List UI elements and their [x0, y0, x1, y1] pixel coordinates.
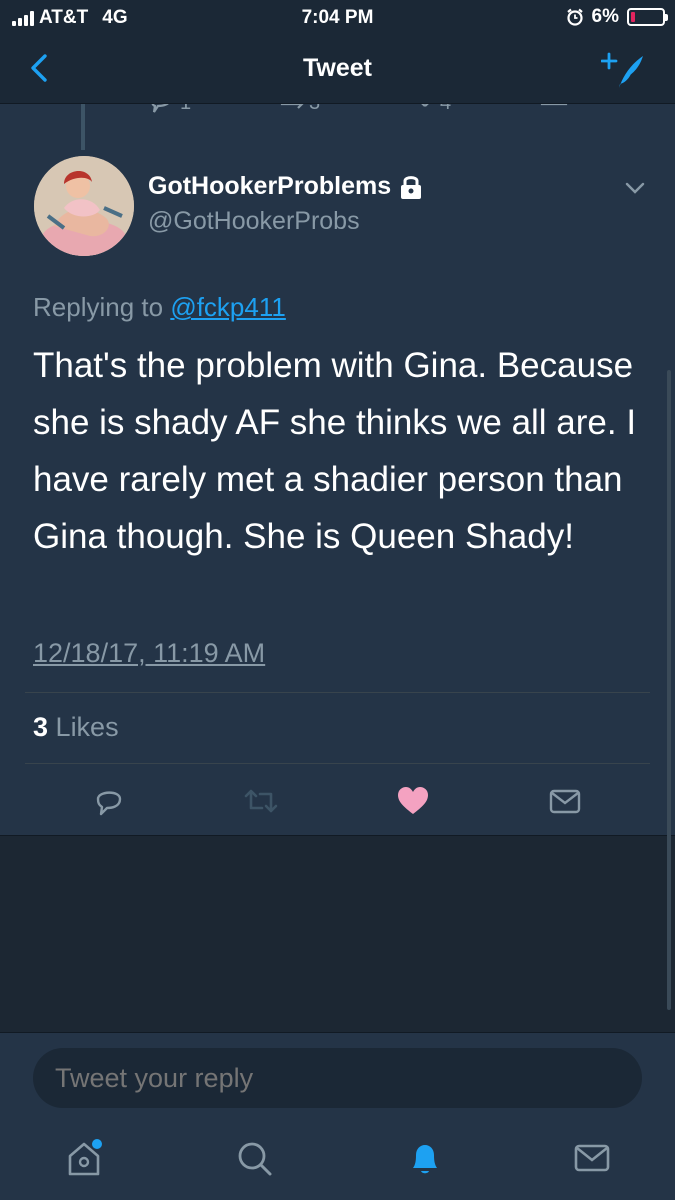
reply-icon[interactable]: [146, 104, 176, 120]
heart-icon[interactable]: [410, 104, 440, 120]
tweet-actions: [0, 776, 675, 826]
retweet-icon[interactable]: [244, 784, 278, 818]
message-icon[interactable]: [548, 784, 582, 818]
messages-icon[interactable]: [572, 1138, 612, 1178]
likes-count: 3: [33, 712, 49, 742]
divider: [25, 692, 650, 693]
thread-connector: [81, 104, 85, 150]
previous-tweet-actions: 1 3 4: [0, 104, 675, 124]
scrollbar[interactable]: [667, 370, 671, 1010]
tab-bar: [0, 1120, 675, 1200]
tweet-timestamp[interactable]: 12/18/17, 11:19 AM: [33, 638, 265, 669]
retweet-icon[interactable]: [278, 104, 308, 120]
avatar[interactable]: [34, 156, 134, 256]
tweet-text: That's the problem with Gina. Because sh…: [33, 346, 637, 556]
chevron-down-icon[interactable]: [624, 180, 646, 196]
divider: [25, 763, 650, 764]
previous-reply-count: 1: [180, 104, 191, 115]
avatar-image: [34, 156, 134, 256]
alarm-icon: [566, 8, 583, 26]
search-icon[interactable]: [234, 1138, 274, 1178]
liked-heart-icon[interactable]: [396, 784, 430, 818]
navigation-bar: Tweet: [0, 36, 675, 104]
message-icon[interactable]: [539, 104, 569, 120]
replying-prefix: Replying to: [33, 292, 164, 322]
user-handle[interactable]: @GotHookerProbs: [148, 207, 360, 236]
status-bar: AT&T 4G 7:04 PM 6%: [0, 0, 675, 36]
previous-like-count: 4: [440, 104, 451, 115]
display-name-row[interactable]: GotHookerProblems: [148, 172, 423, 201]
reply-input[interactable]: [33, 1048, 642, 1108]
page-title: Tweet: [303, 54, 372, 82]
battery-percent: 6%: [591, 6, 619, 27]
replying-to-link[interactable]: @fckp411: [170, 292, 286, 322]
reply-icon[interactable]: [92, 784, 126, 818]
reply-bar: [0, 1032, 675, 1120]
previous-retweet-count: 3: [309, 104, 320, 115]
compose-tweet-icon[interactable]: [601, 48, 647, 92]
display-name[interactable]: GotHookerProblems: [148, 172, 391, 201]
likes-label: Likes: [55, 712, 119, 742]
lock-icon: [401, 175, 422, 199]
empty-conversation-area: [0, 836, 675, 1032]
notifications-bell-icon[interactable]: [405, 1138, 445, 1178]
replying-to-line: Replying to @fckp411: [33, 292, 286, 323]
home-icon[interactable]: [64, 1138, 104, 1178]
likes-summary[interactable]: 3 Likes: [33, 712, 119, 743]
battery-icon: [627, 8, 668, 26]
